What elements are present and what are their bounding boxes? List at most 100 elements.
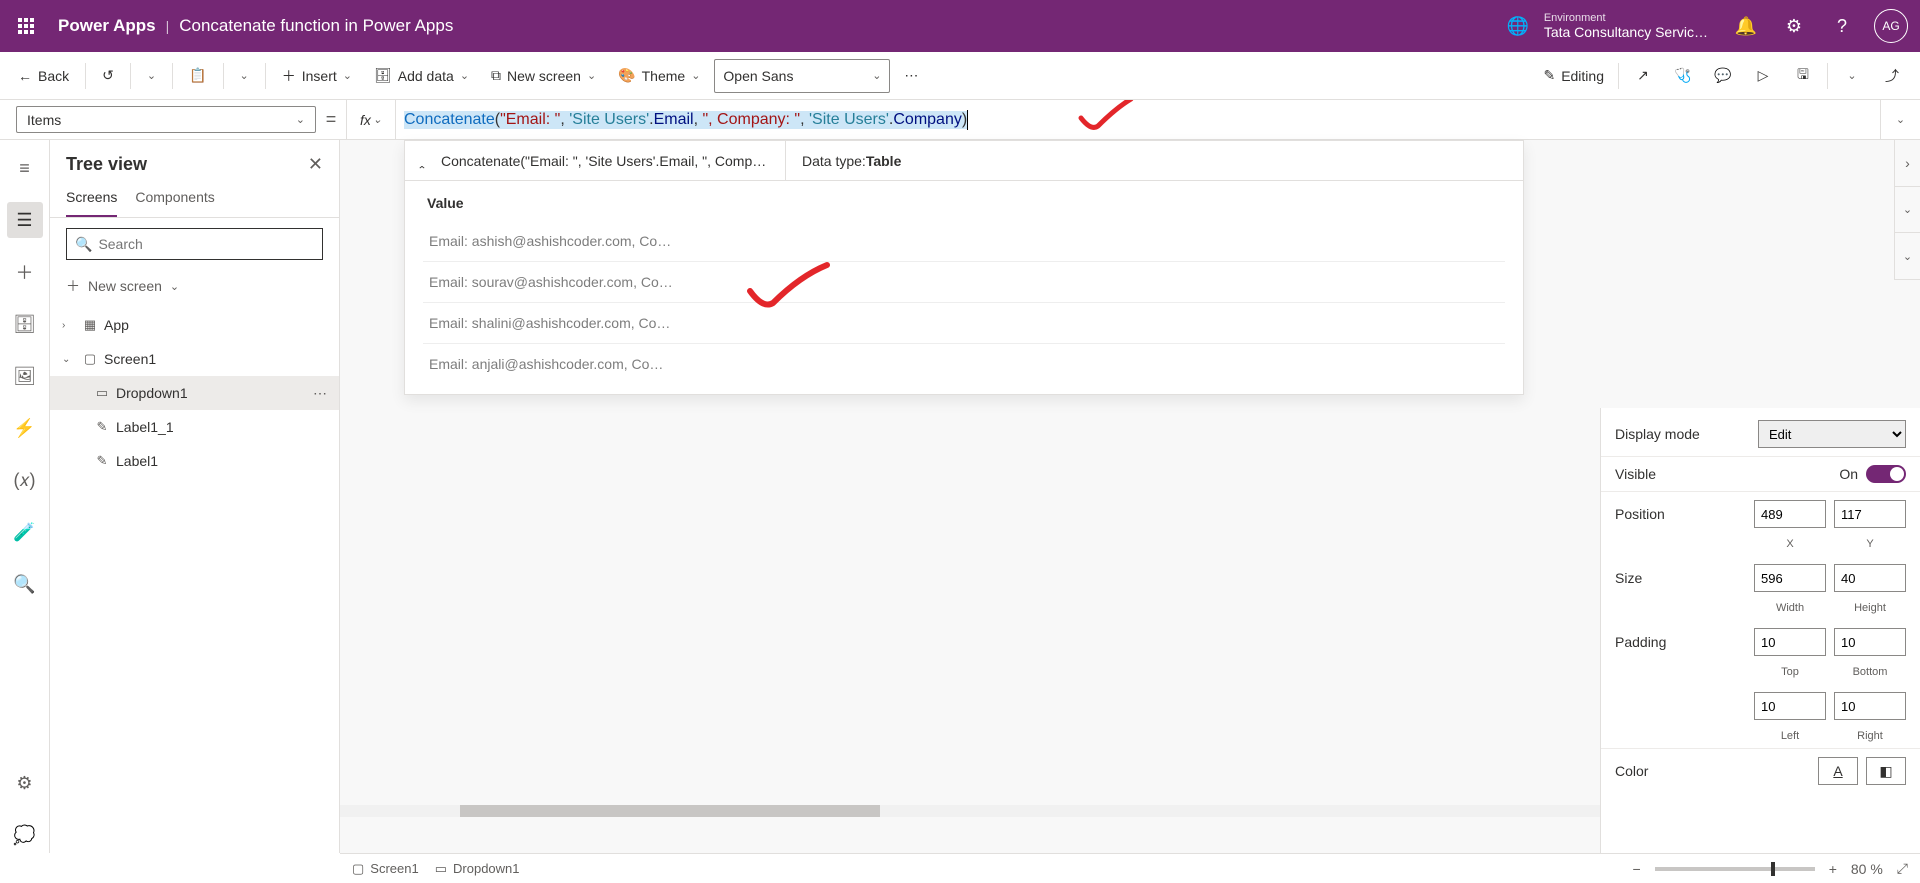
tree-node-label2[interactable]: ✎Label1 — [50, 444, 339, 478]
environment-icon[interactable]: 🌐 — [1496, 0, 1540, 52]
font-value: Open Sans — [723, 68, 793, 84]
rail-media-icon[interactable]: 🖼 — [7, 358, 43, 394]
preview-icon[interactable]: ▷ — [1745, 58, 1781, 94]
close-icon[interactable]: ✕ — [308, 154, 323, 175]
search-icon: 🔍 — [75, 236, 92, 253]
property-value: Items — [27, 112, 61, 128]
zoom-out-icon[interactable]: − — [1633, 861, 1641, 877]
tab-screens[interactable]: Screens — [66, 181, 117, 217]
properties-panel: Display mode Edit Visible On Position XY — [1600, 408, 1920, 853]
result-row[interactable]: Email: sourav@ashishcoder.com, Co… — [423, 262, 1505, 303]
padding-b-input[interactable] — [1834, 628, 1906, 656]
app-launcher-icon[interactable] — [0, 18, 52, 34]
equals-icon: = — [316, 100, 346, 139]
rail-tests-icon[interactable]: 🧪 — [7, 514, 43, 550]
advanced-dropdown-icon[interactable]: ⌄ — [1895, 233, 1920, 280]
tab-components[interactable]: Components — [135, 181, 214, 217]
rail-settings-icon[interactable]: ⚙ — [7, 765, 43, 801]
environment-label: Environment — [1544, 12, 1708, 24]
tree-search-input[interactable] — [98, 236, 314, 252]
command-bar: ←Back ↺ ⌄ 📋 ⌄ ＋Insert⌄ 🗄Add data⌄ ⧉New s… — [0, 52, 1920, 100]
comments-icon[interactable]: 💬 — [1705, 58, 1741, 94]
rail-hamburger-icon[interactable]: ≡ — [7, 150, 43, 186]
size-w-input[interactable] — [1754, 564, 1826, 592]
fill-color-button[interactable]: ◧ — [1866, 757, 1906, 785]
prop-padding-lr — [1601, 684, 1920, 728]
size-h-input[interactable] — [1834, 564, 1906, 592]
position-y-input[interactable] — [1834, 500, 1906, 528]
padding-l-input[interactable] — [1754, 692, 1826, 720]
right-rail-collapse: › ⌄ ⌄ — [1894, 140, 1920, 280]
tree-node-screen[interactable]: ⌄▢Screen1 — [50, 342, 339, 376]
padding-t-input[interactable] — [1754, 628, 1826, 656]
zoom-in-icon[interactable]: + — [1829, 861, 1837, 877]
prop-position: Position — [1601, 492, 1920, 536]
tree-node-label1[interactable]: ✎Label1_1 — [50, 410, 339, 444]
collapse-properties-icon[interactable]: › — [1895, 140, 1920, 187]
tree-node-app[interactable]: ›▦App — [50, 308, 339, 342]
zoom-value: 80 % — [1851, 861, 1883, 877]
rail-data-icon[interactable]: 🗄 — [7, 306, 43, 342]
add-data-button[interactable]: 🗄Add data⌄ — [366, 63, 477, 88]
visible-toggle[interactable] — [1866, 465, 1906, 483]
font-color-button[interactable]: A — [1818, 757, 1858, 785]
tree-node-dropdown[interactable]: ▭Dropdown1⋯ — [50, 376, 339, 410]
rail-ask-icon[interactable]: 💭 — [7, 817, 43, 853]
rail-search-icon[interactable]: 🔍 — [7, 566, 43, 602]
canvas[interactable]: Concatenate("Email: ", 'Site Users'.Emai… — [340, 140, 1920, 853]
settings-icon[interactable]: ⚙ — [1772, 0, 1816, 52]
expand-formula-icon[interactable]: ⌄ — [1880, 100, 1920, 139]
rail-powerautomate-icon[interactable]: ⚡ — [7, 410, 43, 446]
breadcrumb-dropdown[interactable]: ▭Dropdown1 — [435, 861, 520, 877]
position-x-input[interactable] — [1754, 500, 1826, 528]
result-row[interactable]: Email: shalini@ashishcoder.com, Co… — [423, 303, 1505, 344]
app-header: Power Apps | Concatenate function in Pow… — [0, 0, 1920, 52]
result-row[interactable]: Email: ashish@ashishcoder.com, Co… — [423, 221, 1505, 262]
new-screen-button[interactable]: ⧉New screen⌄ — [483, 63, 604, 88]
paste-button[interactable]: 📋 — [181, 63, 214, 88]
fit-to-window-icon[interactable]: ⤢ — [1897, 860, 1908, 877]
publish-split-icon[interactable]: ⌄ — [1834, 58, 1870, 94]
app-checker-icon[interactable]: 🩺 — [1665, 58, 1701, 94]
editing-mode-button[interactable]: ✎Editing — [1535, 63, 1612, 88]
undo-split-icon[interactable]: ⌄ — [139, 65, 164, 86]
rail-treeview-icon[interactable]: ☰ — [7, 202, 43, 238]
canvas-h-scrollbar[interactable] — [340, 805, 1600, 823]
share-icon[interactable]: ↗ — [1625, 58, 1661, 94]
formula-bar: Items⌄ = fx⌄ Concatenate("Email: ", 'Sit… — [0, 100, 1920, 140]
tree-search[interactable]: 🔍 — [66, 228, 323, 260]
tree-new-screen-button[interactable]: ＋New screen⌄ — [50, 270, 339, 302]
paste-split-icon[interactable]: ⌄ — [232, 65, 257, 86]
prop-color: Color A ◧ — [1601, 749, 1920, 793]
zoom-slider[interactable] — [1655, 867, 1815, 871]
save-icon[interactable]: 🖫 — [1785, 58, 1821, 94]
properties-dropdown-icon[interactable]: ⌄ — [1895, 187, 1920, 234]
result-row[interactable]: Email: anjali@ashishcoder.com, Co… — [423, 344, 1505, 384]
publish-icon[interactable]: ⤴ — [1874, 58, 1910, 94]
formula-result-panel: Concatenate("Email: ", 'Site Users'.Emai… — [404, 140, 1524, 395]
rail-insert-icon[interactable]: ＋ — [7, 254, 43, 290]
product-name[interactable]: Power Apps — [58, 16, 156, 36]
font-dropdown[interactable]: Open Sans⌄ — [714, 59, 890, 93]
separator: | — [166, 18, 170, 34]
status-bar: ▢Screen1 ▭Dropdown1 − + 80 % ⤢ — [340, 853, 1920, 883]
left-rail: ≡ ☰ ＋ 🗄 🖼 ⚡ (𝑥) 🧪 🔍 ⚙ 💭 — [0, 140, 50, 853]
avatar[interactable]: AG — [1874, 9, 1908, 43]
theme-button[interactable]: 🎨Theme⌄ — [610, 63, 708, 88]
undo-button[interactable]: ↺ — [94, 63, 122, 88]
display-mode-select[interactable]: Edit — [1758, 420, 1906, 448]
formula-input[interactable]: Concatenate("Email: ", 'Site Users'.Emai… — [396, 100, 1880, 139]
notifications-icon[interactable]: 🔔 — [1724, 0, 1768, 52]
rail-variables-icon[interactable]: (𝑥) — [7, 462, 43, 498]
prop-size: Size — [1601, 556, 1920, 600]
padding-r-input[interactable] — [1834, 692, 1906, 720]
back-button[interactable]: ←Back — [10, 64, 77, 88]
insert-button[interactable]: ＋Insert⌄ — [274, 62, 360, 90]
overflow-button[interactable]: ⋯ — [896, 63, 926, 88]
property-dropdown[interactable]: Items⌄ — [16, 106, 316, 133]
help-icon[interactable]: ? — [1820, 0, 1864, 52]
breadcrumb-screen[interactable]: ▢Screen1 — [352, 861, 419, 877]
result-summary[interactable]: Concatenate("Email: ", 'Site Users'.Emai… — [405, 153, 785, 169]
environment-picker[interactable]: Environment Tata Consultancy Servic… — [1544, 12, 1708, 40]
fx-button[interactable]: fx⌄ — [346, 100, 396, 139]
